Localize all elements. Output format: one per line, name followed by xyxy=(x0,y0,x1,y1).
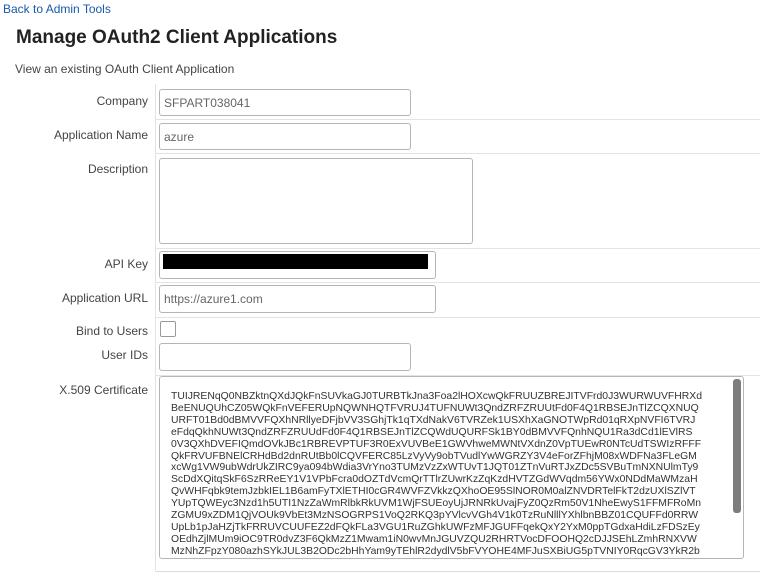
page: Back to Admin Tools Manage OAuth2 Client… xyxy=(0,0,760,574)
row-divider xyxy=(155,318,156,342)
row-divider xyxy=(155,283,156,318)
page-subtitle: View an existing OAuth Client Applicatio… xyxy=(15,62,235,76)
page-title: Manage OAuth2 Client Applications xyxy=(16,27,338,48)
row-divider xyxy=(155,154,156,249)
description-field[interactable] xyxy=(159,158,473,244)
row-divider xyxy=(155,84,156,120)
bind-to-users-row: Bind to Users xyxy=(0,318,760,342)
bind-to-users-checkbox[interactable] xyxy=(160,321,176,337)
application-name-field[interactable] xyxy=(159,123,411,150)
user-ids-field[interactable] xyxy=(159,343,411,371)
form-bottom-divider xyxy=(155,571,760,572)
company-row: Company xyxy=(0,84,760,120)
certificate-field[interactable]: TUIJRENqQ0NBZktnQXdJQkFnSUVkaGJ0TURBTkJn… xyxy=(159,376,744,559)
row-divider xyxy=(155,376,156,570)
api-key-redaction xyxy=(163,254,428,269)
application-name-row: Application Name xyxy=(0,120,760,154)
api-key-row: API Key xyxy=(0,249,760,283)
row-divider xyxy=(155,342,156,376)
application-url-field[interactable] xyxy=(159,285,436,313)
application-url-row: Application URL xyxy=(0,283,760,318)
row-divider xyxy=(155,120,156,154)
description-label: Description xyxy=(87,162,148,176)
description-row: Description xyxy=(0,154,760,249)
api-key-label: API Key xyxy=(104,257,148,271)
user-ids-row: User IDs xyxy=(0,342,760,376)
certificate-scrollbar[interactable] xyxy=(733,379,741,513)
certificate-row: X.509 Certificate TUIJRENqQ0NBZktnQXdJQk… xyxy=(0,376,760,570)
row-divider xyxy=(155,249,156,283)
company-field[interactable] xyxy=(159,89,411,116)
bind-to-users-label: Bind to Users xyxy=(75,324,148,338)
application-name-label: Application Name xyxy=(53,128,148,142)
user-ids-label: User IDs xyxy=(101,348,148,362)
certificate-label: X.509 Certificate xyxy=(59,383,148,397)
application-url-label: Application URL xyxy=(61,291,148,305)
certificate-text: TUIJRENqQ0NBZktnQXdJQkFnSUVkaGJ0TURBTkJn… xyxy=(171,391,702,557)
company-label: Company xyxy=(96,94,148,108)
back-to-admin-tools-link[interactable]: Back to Admin Tools xyxy=(3,2,111,16)
